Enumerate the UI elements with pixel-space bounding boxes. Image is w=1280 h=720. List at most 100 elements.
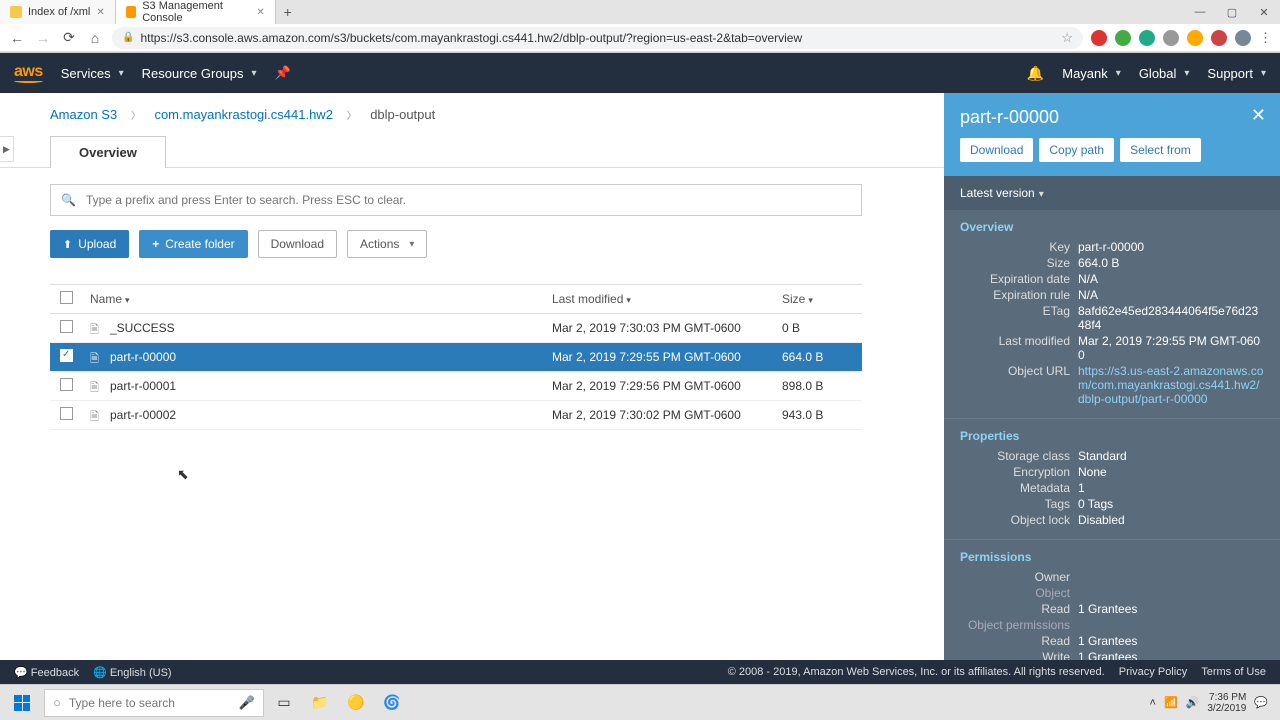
chrome-icon[interactable]: 🟡 <box>340 688 372 718</box>
taskbar-clock[interactable]: 7:36 PM 3/2/2019 <box>1207 692 1246 714</box>
ext-icon[interactable] <box>1115 30 1131 46</box>
start-button[interactable] <box>4 688 40 718</box>
ext-icon[interactable] <box>1139 30 1155 46</box>
account-menu[interactable]: Mayank <box>1062 66 1121 81</box>
expand-handle[interactable]: ▶ <box>0 136 14 162</box>
home-button[interactable]: ⌂ <box>86 29 104 47</box>
file-icon <box>90 321 104 335</box>
taskbar-search[interactable]: ○ 🎤 <box>44 689 264 717</box>
file-icon <box>90 408 104 422</box>
object-name: _SUCCESS <box>110 321 175 335</box>
maximize-button[interactable]: ▢ <box>1216 6 1248 19</box>
ext-icon[interactable] <box>1211 30 1227 46</box>
network-icon[interactable]: 📶 <box>1164 696 1178 709</box>
detail-properties-section: Properties Storage classStandard Encrypt… <box>944 419 1280 540</box>
table-row[interactable]: _SUCCESS Mar 2, 2019 7:30:03 PM GMT-0600… <box>50 314 862 343</box>
services-menu[interactable]: Services <box>61 66 124 81</box>
table-row[interactable]: part-r-00001 Mar 2, 2019 7:29:56 PM GMT-… <box>50 372 862 401</box>
volume-icon[interactable]: 🔊 <box>1186 696 1200 709</box>
tray-chevron-icon[interactable]: ˄ <box>1150 697 1156 709</box>
task-view-icon[interactable]: ▭ <box>268 688 300 718</box>
create-folder-button[interactable]: Create folder <box>139 230 247 258</box>
bell-icon[interactable]: 🔔 <box>1027 65 1044 82</box>
ext-icon[interactable] <box>1187 30 1203 46</box>
minimize-button[interactable]: — <box>1184 6 1216 19</box>
detail-download-button[interactable]: Download <box>960 138 1033 162</box>
action-center-icon[interactable]: 💬 <box>1254 696 1268 709</box>
row-checkbox[interactable] <box>60 349 73 362</box>
menu-icon[interactable]: ⋮ <box>1259 30 1272 46</box>
close-tab-icon[interactable]: ✕ <box>256 7 264 18</box>
row-checkbox[interactable] <box>60 378 73 391</box>
label-read: Read <box>960 634 1078 648</box>
reload-button[interactable]: ⟳ <box>60 29 78 47</box>
taskbar-search-input[interactable] <box>69 696 231 710</box>
profile-avatar[interactable] <box>1235 30 1251 46</box>
object-table: Name Last modified Size _SUCCESS Mar 2, … <box>50 284 862 430</box>
feedback-link[interactable]: 💬 Feedback <box>14 666 79 679</box>
new-tab-button[interactable]: + <box>276 4 300 20</box>
value-encryption: None <box>1078 465 1264 479</box>
label-exp-date: Expiration date <box>960 272 1078 286</box>
search-input[interactable] <box>86 193 851 207</box>
lock-icon: 🔒 <box>122 32 134 43</box>
upload-button[interactable]: Upload <box>50 230 129 258</box>
language-selector[interactable]: 🌐 English (US) <box>93 666 172 679</box>
mic-icon[interactable]: 🎤 <box>239 695 255 711</box>
value-url[interactable]: https://s3.us-east-2.amazonaws.com/com.m… <box>1078 364 1264 406</box>
url-box[interactable]: 🔒 ☆ <box>112 27 1083 49</box>
ext-icon[interactable] <box>1163 30 1179 46</box>
region-menu[interactable]: Global <box>1139 66 1190 81</box>
resource-groups-menu[interactable]: Resource Groups <box>142 66 257 81</box>
url-input[interactable] <box>140 31 1055 45</box>
value-key: part-r-00000 <box>1078 240 1264 254</box>
download-button[interactable]: Download <box>258 230 337 258</box>
col-size[interactable]: Size <box>782 292 852 306</box>
col-modified[interactable]: Last modified <box>552 292 782 306</box>
close-tab-icon[interactable]: ✕ <box>96 7 104 18</box>
edge-icon[interactable]: 🌀 <box>376 688 408 718</box>
detail-overview-section: Overview Keypart-r-00000 Size664.0 B Exp… <box>944 210 1280 419</box>
pin-icon[interactable]: 📌 <box>275 65 291 81</box>
plus-icon <box>152 237 159 251</box>
object-modified: Mar 2, 2019 7:29:55 PM GMT-0600 <box>552 350 782 364</box>
close-panel-button[interactable]: ✕ <box>1251 105 1266 126</box>
mouse-cursor: ⬉ <box>177 466 189 483</box>
table-row[interactable]: part-r-00000 Mar 2, 2019 7:29:55 PM GMT-… <box>50 343 862 372</box>
table-row[interactable]: part-r-00002 Mar 2, 2019 7:30:02 PM GMT-… <box>50 401 862 430</box>
version-selector[interactable]: Latest version <box>944 176 1280 210</box>
col-name[interactable]: Name <box>90 292 552 306</box>
aws-logo[interactable]: aws <box>14 63 43 83</box>
value-blank <box>1078 586 1264 600</box>
browser-chrome: Index of /xml ✕ S3 Management Console ✕ … <box>0 0 1280 53</box>
back-button[interactable]: ← <box>8 29 26 47</box>
value-exp-rule: N/A <box>1078 288 1264 302</box>
breadcrumb-bucket[interactable]: com.mayankrastogi.cs441.hw2 <box>154 107 332 122</box>
value-etag: 8afd62e45ed283444064f5e76d2348f4 <box>1078 304 1264 332</box>
select-all-checkbox[interactable] <box>60 291 73 304</box>
action-row: Upload Create folder Download Actions <box>50 230 862 258</box>
row-checkbox[interactable] <box>60 320 73 333</box>
row-checkbox[interactable] <box>60 407 73 420</box>
star-icon[interactable]: ☆ <box>1061 30 1073 46</box>
support-menu[interactable]: Support <box>1207 66 1266 81</box>
forward-button[interactable]: → <box>34 29 52 47</box>
terms-link[interactable]: Terms of Use <box>1201 666 1266 678</box>
file-explorer-icon[interactable]: 📁 <box>304 688 336 718</box>
window-controls: — ▢ ✕ <box>1184 6 1280 19</box>
browser-tab-2[interactable]: S3 Management Console ✕ <box>116 0 276 24</box>
actions-menu-button[interactable]: Actions <box>347 230 427 258</box>
privacy-link[interactable]: Privacy Policy <box>1119 666 1187 678</box>
ext-icon[interactable] <box>1091 30 1107 46</box>
copy-path-button[interactable]: Copy path <box>1039 138 1114 162</box>
browser-tab-1[interactable]: Index of /xml ✕ <box>0 0 116 24</box>
prefix-search[interactable]: 🔍 <box>50 184 862 216</box>
breadcrumb-root[interactable]: Amazon S3 <box>50 107 117 122</box>
select-from-button[interactable]: Select from <box>1120 138 1201 162</box>
value-tags: 0 Tags <box>1078 497 1264 511</box>
close-window-button[interactable]: ✕ <box>1248 6 1280 19</box>
object-size: 898.0 B <box>782 379 852 393</box>
tab-overview[interactable]: Overview <box>50 136 166 168</box>
object-modified: Mar 2, 2019 7:30:03 PM GMT-0600 <box>552 321 782 335</box>
system-tray[interactable]: ˄ 📶 🔊 7:36 PM 3/2/2019 💬 <box>1150 692 1276 714</box>
